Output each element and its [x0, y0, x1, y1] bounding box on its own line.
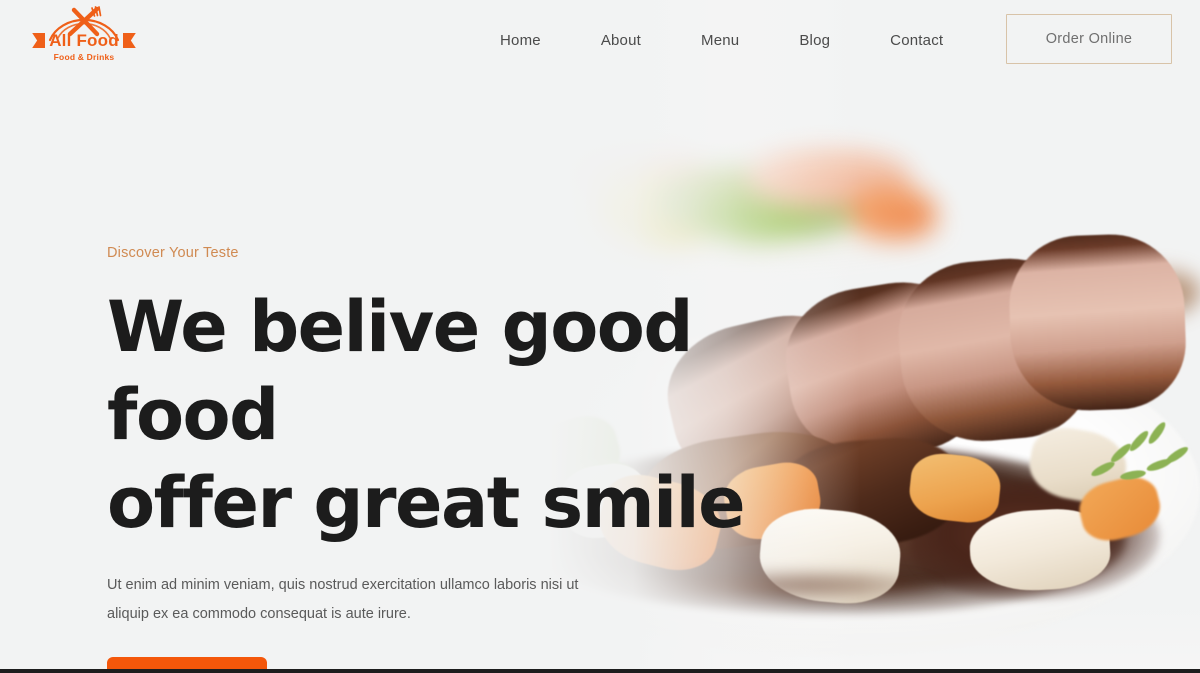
nav-item-contact[interactable]: Contact: [860, 32, 973, 49]
thyme-sprig: [1089, 420, 1200, 515]
meat-slice: [1006, 231, 1189, 414]
hero-title-line-2: offer great smile: [107, 462, 746, 544]
hero-eyebrow: Discover Your Teste: [107, 245, 239, 261]
hero-title-line-1: We belive good food: [107, 286, 694, 456]
hero-description-line-1: Ut enim ad minim veniam, quis nostrud ex…: [107, 577, 579, 593]
nav-item-blog[interactable]: Blog: [769, 32, 860, 49]
viewport-bottom-edge: [0, 669, 1200, 673]
site-logo[interactable]: All Food Food & Drinks: [30, 4, 138, 74]
hero-description-line-2: aliquip ex ea commodo consequat is aute …: [107, 606, 411, 622]
main-navigation: Home About Menu Blog Contact: [470, 0, 973, 80]
hero-title: We belive good food offer great smile: [107, 283, 867, 547]
nav-item-menu[interactable]: Menu: [671, 32, 769, 49]
logo-name: All Food: [49, 31, 119, 50]
hero-description: Ut enim ad minim veniam, quis nostrud ex…: [107, 571, 617, 629]
hero-content: Discover Your Teste We belive good food …: [107, 245, 867, 673]
nav-item-about[interactable]: About: [571, 32, 671, 49]
hero-page: All Food Food & Drinks Home About Menu B…: [0, 0, 1200, 673]
logo-tagline: Food & Drinks: [53, 52, 115, 62]
site-header: All Food Food & Drinks Home About Menu B…: [0, 0, 1200, 80]
logo-flag-right-icon: [122, 33, 136, 48]
logo-wordmark: All Food: [30, 32, 138, 49]
nav-item-home[interactable]: Home: [470, 32, 571, 49]
logo-flag-left-icon: [32, 33, 46, 48]
order-online-button[interactable]: Order Online: [1006, 14, 1172, 64]
